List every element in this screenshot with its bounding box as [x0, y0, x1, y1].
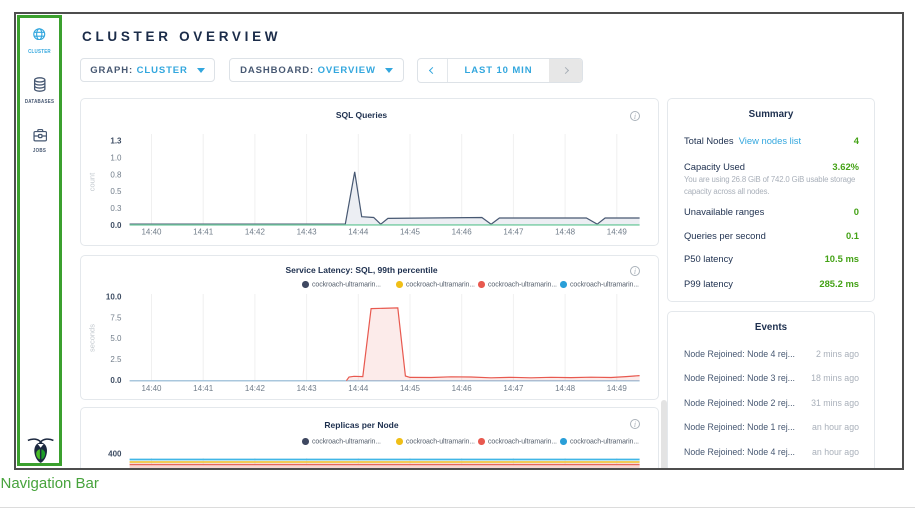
svg-text:14:44: 14:44	[348, 384, 369, 393]
svg-text:0.0: 0.0	[110, 221, 122, 230]
svg-text:7.5: 7.5	[110, 313, 122, 322]
svg-text:0.0: 0.0	[110, 376, 122, 385]
svg-text:1.0: 1.0	[110, 153, 122, 162]
svg-text:1.3: 1.3	[110, 137, 122, 146]
svg-text:count: count	[88, 172, 97, 191]
svg-text:14:41: 14:41	[193, 228, 214, 237]
svg-text:seconds: seconds	[88, 324, 97, 352]
svg-text:400: 400	[108, 449, 122, 458]
svg-text:14:46: 14:46	[452, 384, 473, 393]
svg-text:14:40: 14:40	[141, 228, 162, 237]
svg-text:0.5: 0.5	[110, 187, 122, 196]
svg-text:14:43: 14:43	[297, 384, 318, 393]
svg-text:0.3: 0.3	[110, 204, 122, 213]
svg-text:14:48: 14:48	[555, 384, 576, 393]
svg-text:14:41: 14:41	[193, 384, 214, 393]
svg-text:14:48: 14:48	[555, 228, 576, 237]
svg-text:14:47: 14:47	[503, 228, 524, 237]
svg-text:14:47: 14:47	[503, 384, 524, 393]
svg-text:14:46: 14:46	[452, 228, 473, 237]
svg-text:10.0: 10.0	[106, 293, 122, 302]
svg-text:14:43: 14:43	[297, 228, 318, 237]
svg-text:14:49: 14:49	[607, 384, 628, 393]
svg-text:14:44: 14:44	[348, 228, 369, 237]
svg-text:14:40: 14:40	[141, 384, 162, 393]
svg-text:2.5: 2.5	[110, 355, 122, 364]
svg-text:0.8: 0.8	[110, 170, 122, 179]
svg-text:14:45: 14:45	[400, 384, 421, 393]
svg-text:14:42: 14:42	[245, 228, 266, 237]
svg-text:14:45: 14:45	[400, 228, 421, 237]
svg-text:14:49: 14:49	[607, 228, 628, 237]
svg-text:5.0: 5.0	[110, 334, 122, 343]
svg-text:14:42: 14:42	[245, 384, 266, 393]
